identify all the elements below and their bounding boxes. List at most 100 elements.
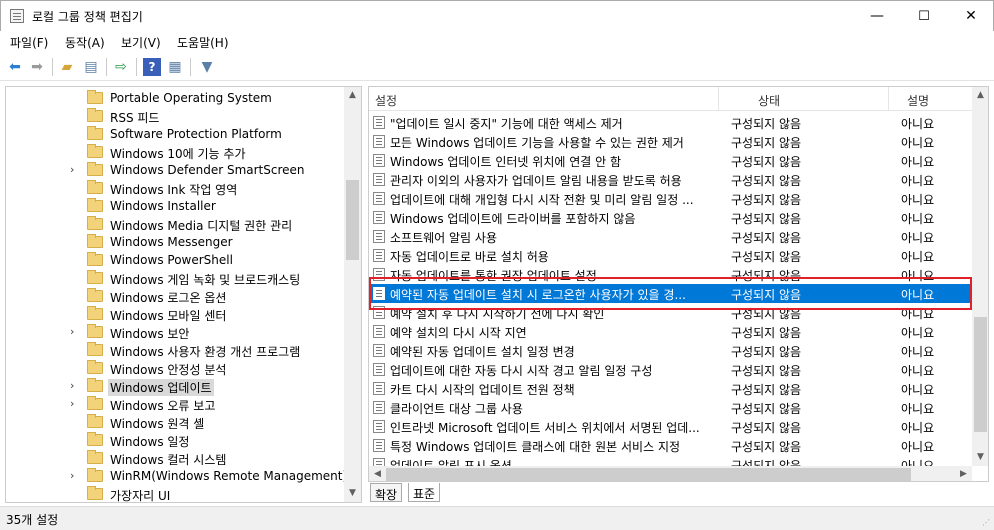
policy-row[interactable]: 관리자 이외의 사용자가 업데이트 알림 내용을 받도록 허용 구성되지 않음 아니…: [369, 170, 972, 189]
header-comment[interactable]: 설명: [907, 92, 929, 109]
minimize-button[interactable]: —: [854, 1, 900, 32]
settings-list-pane[interactable]: 설정 상태 설명 "업데이트 일시 중지" 기능에 대한 액세스 제거 구성되지 …: [368, 86, 989, 482]
tree-item[interactable]: Windows Ink 작업 영역: [6, 179, 346, 197]
policy-row[interactable]: 예약된 자동 업데이트 설치 시 로그온한 사용자가 있을 경... 구성되지 않…: [369, 284, 972, 303]
menu-view[interactable]: 보기(V): [121, 34, 161, 51]
export-list-icon[interactable]: ⇨: [112, 58, 130, 76]
tree-item[interactable]: Windows 안정성 분석: [6, 359, 346, 377]
show-hide-tree-icon[interactable]: ▤: [82, 58, 100, 76]
tree-item-label: Portable Operating System: [110, 91, 272, 105]
policy-row[interactable]: 자동 업데이트로 바로 설치 허용 구성되지 않음 아니요: [369, 246, 972, 265]
policy-state: 구성되지 않음: [731, 421, 802, 435]
menu-help[interactable]: 도움말(H): [177, 34, 229, 51]
policy-comment: 아니요: [901, 250, 935, 264]
status-text: 35개 설정: [6, 513, 59, 527]
policy-row[interactable]: 소프트웨어 알림 사용 구성되지 않음 아니요: [369, 227, 972, 246]
tree-scrollbar[interactable]: ▲ ▼: [344, 87, 361, 502]
tree-item[interactable]: Windows Media 디지털 권한 관리: [6, 215, 346, 233]
menu-action[interactable]: 동작(A): [65, 34, 105, 51]
tree-item[interactable]: Portable Operating System: [6, 89, 346, 107]
scroll-up-arrow-icon[interactable]: ▲: [344, 87, 361, 104]
header-setting[interactable]: 설정: [375, 92, 397, 109]
policy-name: 자동 업데이트로 바로 설치 허용: [390, 250, 549, 264]
policy-row[interactable]: 인트라넷 Microsoft 업데이트 서비스 위치에서 서명된 업데... 구성…: [369, 417, 972, 436]
policy-name: 예약된 자동 업데이트 설치 시 로그온한 사용자가 있을 경...: [390, 288, 686, 302]
maximize-button[interactable]: ☐: [901, 1, 947, 32]
tree-item[interactable]: Windows PowerShell: [6, 251, 346, 269]
menu-file[interactable]: 파일(F): [10, 34, 48, 51]
policy-row[interactable]: 클라이언트 대상 그룹 사용 구성되지 않음 아니요: [369, 398, 972, 417]
policy-row[interactable]: 예약 설치의 다시 시작 지연 구성되지 않음 아니요: [369, 322, 972, 341]
header-divider[interactable]: [718, 87, 719, 111]
tree-item[interactable]: Windows 로그온 옵션: [6, 287, 346, 305]
tree-item[interactable]: RSS 피드: [6, 107, 346, 125]
policy-row[interactable]: 자동 업데이트를 통한 권장 업데이트 설정 구성되지 않음 아니요: [369, 265, 972, 284]
tree-item[interactable]: 가장자리 UI: [6, 485, 346, 502]
tree-item[interactable]: Windows Messenger: [6, 233, 346, 251]
policy-row[interactable]: "업데이트 일시 중지" 기능에 대한 액세스 제거 구성되지 않음 아니요: [369, 113, 972, 132]
policy-state: 구성되지 않음: [731, 307, 802, 321]
tree-item[interactable]: Windows 컬러 시스템: [6, 449, 346, 467]
header-state[interactable]: 상태: [758, 92, 780, 109]
policy-row[interactable]: Windows 업데이트 인터넷 위치에 연결 안 함 구성되지 않음 아니요: [369, 151, 972, 170]
tree-item[interactable]: › WinRM(Windows Remote Management): [6, 467, 347, 485]
scroll-right-arrow-icon[interactable]: ▶: [955, 466, 972, 481]
expand-chevron-icon[interactable]: ›: [70, 379, 74, 392]
policy-comment: 아니요: [901, 174, 935, 188]
tree-item[interactable]: Windows 일정: [6, 431, 346, 449]
policy-row[interactable]: 카트 다시 시작의 업데이트 전원 정책 구성되지 않음 아니요: [369, 379, 972, 398]
policy-row[interactable]: 업데이트에 대해 개입형 다시 시작 전환 및 미리 알림 일정 ... 구성되지…: [369, 189, 972, 208]
policy-row[interactable]: 업데이트에 대한 자동 다시 시작 경고 알림 일정 구성 구성되지 않음 아니요: [369, 360, 972, 379]
filter-icon[interactable]: ▼: [198, 58, 216, 76]
tree-item[interactable]: Windows 게임 녹화 및 브로드캐스팅: [6, 269, 346, 287]
scroll-thumb[interactable]: [386, 468, 911, 481]
tree-item-label: Software Protection Platform: [110, 127, 282, 141]
expand-chevron-icon[interactable]: ›: [70, 469, 74, 482]
policy-row[interactable]: 특정 Windows 업데이트 클래스에 대한 원본 서비스 지정 구성되지 않음…: [369, 436, 972, 455]
expand-chevron-icon[interactable]: ›: [70, 163, 74, 176]
forward-icon[interactable]: ➡: [28, 58, 46, 76]
back-icon[interactable]: ⬅: [6, 58, 24, 76]
tab-extended[interactable]: 확장: [370, 483, 403, 502]
policy-name: 모든 Windows 업데이트 기능을 사용할 수 있는 권한 제거: [390, 136, 684, 150]
title-bar: 로컬 그룹 정책 편집기 — ☐ ✕: [0, 0, 994, 31]
scroll-left-arrow-icon[interactable]: ◀: [369, 466, 386, 481]
header-divider[interactable]: [888, 87, 889, 111]
tree-item[interactable]: › Windows 업데이트: [6, 377, 346, 396]
up-folder-icon[interactable]: ▰: [58, 58, 76, 76]
tab-standard[interactable]: 표준: [408, 483, 441, 502]
tree-item[interactable]: Windows Installer: [6, 197, 346, 215]
tree-item[interactable]: › Windows 오류 보고: [6, 395, 346, 413]
list-vertical-scrollbar[interactable]: ▲ ▼: [972, 87, 988, 466]
scroll-thumb[interactable]: [974, 317, 987, 432]
tree-item[interactable]: Windows 모바일 센터: [6, 305, 346, 323]
policy-row[interactable]: 예약된 자동 업데이트 설치 일정 변경 구성되지 않음 아니요: [369, 341, 972, 360]
tree-pane[interactable]: Portable Operating System RSS 피드 Software …: [5, 86, 362, 503]
tree-item[interactable]: Windows 10에 기능 추가: [6, 143, 346, 161]
policy-setting-icon: [373, 154, 385, 167]
policy-row[interactable]: 모든 Windows 업데이트 기능을 사용할 수 있는 권한 제거 구성되지 않…: [369, 132, 972, 151]
policy-row[interactable]: Windows 업데이트에 드라이버를 포함하지 않음 구성되지 않음 아니요: [369, 208, 972, 227]
tree-item[interactable]: Software Protection Platform: [6, 125, 346, 143]
expand-chevron-icon[interactable]: ›: [70, 397, 74, 410]
policy-row[interactable]: 예약 설치 후 다시 시작하기 전에 다시 확인 구성되지 않음 아니요: [369, 303, 972, 322]
scroll-up-arrow-icon[interactable]: ▲: [972, 87, 988, 104]
policy-setting-icon: [373, 344, 385, 357]
scroll-down-arrow-icon[interactable]: ▼: [972, 449, 988, 466]
policy-name: 소프트웨어 알림 사용: [390, 231, 497, 245]
close-button[interactable]: ✕: [948, 1, 994, 32]
resize-grip-icon[interactable]: ⋰: [982, 518, 992, 528]
scroll-down-arrow-icon[interactable]: ▼: [344, 485, 361, 502]
policy-name: 예약 설치 후 다시 시작하기 전에 다시 확인: [390, 307, 605, 321]
tree-item[interactable]: › Windows Defender SmartScreen: [6, 161, 346, 179]
properties-icon[interactable]: ▦: [166, 58, 184, 76]
expand-chevron-icon[interactable]: ›: [70, 325, 74, 338]
tree-item[interactable]: › Windows 보안: [6, 323, 346, 341]
tree-item[interactable]: Windows 원격 셸: [6, 413, 346, 431]
tree-item[interactable]: Windows 사용자 환경 개선 프로그램: [6, 341, 346, 359]
list-horizontal-scrollbar[interactable]: ◀ ▶: [369, 466, 972, 481]
scroll-thumb[interactable]: [346, 180, 359, 260]
folder-icon: [87, 252, 103, 266]
policy-comment: 아니요: [901, 231, 935, 245]
help-icon[interactable]: ?: [143, 58, 161, 76]
